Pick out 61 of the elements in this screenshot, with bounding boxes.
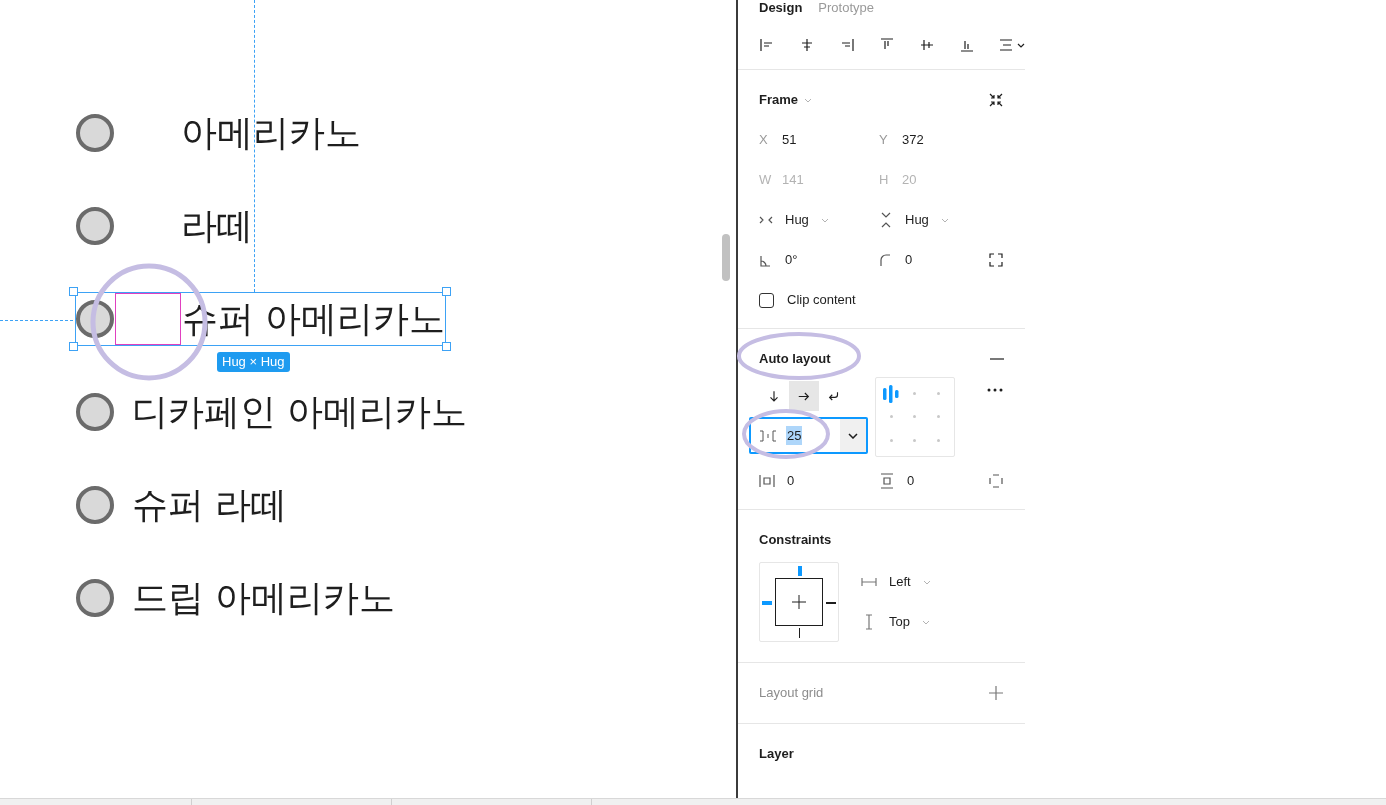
width-mode-dropdown[interactable]: Hug (785, 210, 809, 230)
align-right-icon[interactable] (839, 37, 855, 53)
vertical-resize-icon[interactable] (879, 212, 893, 228)
field-label: X (759, 131, 768, 150)
checkbox[interactable] (759, 292, 774, 308)
section-title[interactable]: Layout grid (759, 683, 824, 703)
rotation-field[interactable]: 0° (785, 250, 798, 270)
gap-dropdown[interactable] (840, 419, 866, 452)
gap-field[interactable]: 25 (749, 417, 868, 454)
item-label: 디카페인 아메리카노 (132, 389, 468, 434)
section-title: Layer (759, 746, 795, 762)
height-mode-dropdown[interactable]: Hug (905, 210, 929, 230)
horizontal-padding-field[interactable]: 0 (787, 471, 795, 491)
item-label: 아메리카노 (181, 110, 361, 155)
chevron-down-icon (804, 97, 813, 103)
size-badge: Hug × Hug (217, 351, 290, 372)
resize-handle[interactable] (69, 341, 78, 351)
chevron-down-icon (921, 619, 930, 625)
vertical-padding-field[interactable]: 0 (907, 471, 915, 491)
spacer-frame (115, 292, 181, 345)
scrollbar-thumb[interactable] (722, 234, 730, 281)
chevron-down-icon (940, 217, 949, 223)
resize-handle[interactable] (69, 286, 78, 296)
chevron-down-icon (922, 579, 931, 585)
align-left-icon[interactable] (759, 37, 775, 53)
plus-icon[interactable] (988, 685, 1004, 701)
section-title[interactable]: Frame (759, 90, 799, 110)
vertical-padding-icon[interactable] (879, 472, 895, 489)
checkbox-label: Clip content (787, 291, 856, 310)
more-icon[interactable] (986, 387, 1004, 393)
field-label: Y (879, 131, 888, 150)
gap-icon (759, 428, 777, 443)
arrow-down-icon (767, 388, 781, 404)
gap-value: 25 (786, 425, 803, 446)
section-title: Constraints (759, 532, 833, 548)
y-field[interactable]: 372 (902, 130, 924, 150)
chevron-down-icon (848, 432, 858, 439)
field-label: H (879, 171, 888, 190)
align-horizontal-center-icon[interactable] (799, 37, 815, 53)
distribute-icon[interactable] (999, 37, 1027, 53)
individual-padding-icon[interactable] (988, 472, 1004, 489)
corner-radius-icon[interactable] (879, 252, 891, 268)
item-label: 라떼 (181, 203, 253, 248)
x-field[interactable]: 51 (782, 130, 797, 150)
align-vertical-center-icon[interactable] (919, 37, 935, 53)
item-label: 슈퍼 라떼 (132, 482, 288, 527)
direction-toggle[interactable] (789, 381, 819, 411)
item-label: 드립 아메리카노 (132, 575, 396, 620)
chevron-down-icon (820, 217, 829, 223)
resize-handle[interactable] (442, 341, 452, 351)
section-title: Auto layout (759, 350, 831, 369)
alignment-grid[interactable] (875, 377, 955, 457)
plus-icon (791, 594, 807, 610)
horizontal-padding-icon[interactable] (759, 472, 775, 489)
collapse-icon[interactable] (988, 92, 1004, 108)
panel-tab[interactable]: Design (759, 0, 803, 15)
resize-handle[interactable] (442, 286, 452, 296)
vertical-constraint-dropdown[interactable]: Top (889, 612, 910, 632)
horizontal-constraint-dropdown[interactable]: Left (889, 572, 911, 592)
radius-field[interactable]: 0 (905, 250, 913, 270)
independent-corners-icon[interactable] (988, 252, 1004, 268)
